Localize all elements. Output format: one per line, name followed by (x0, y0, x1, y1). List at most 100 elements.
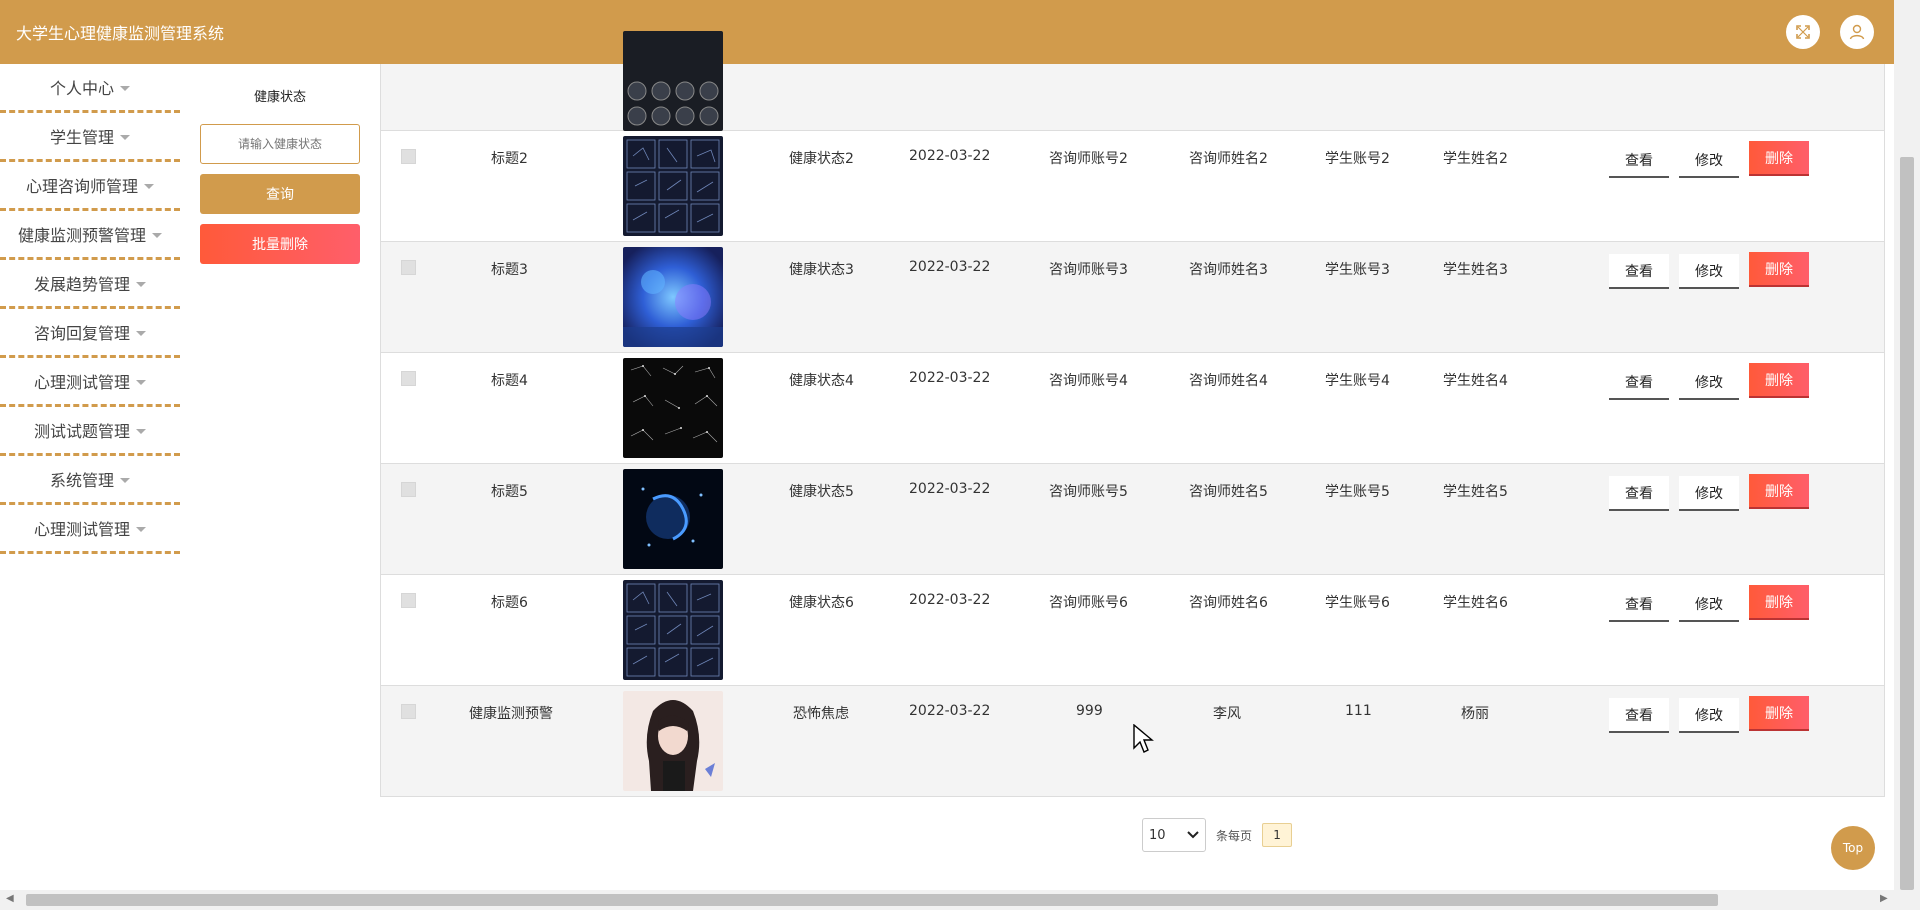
row-thumbnail (623, 358, 723, 458)
query-button[interactable]: 查询 (200, 174, 360, 214)
delete-button[interactable]: 删除 (1749, 252, 1809, 287)
cell-student-account: 学生账号2 (1325, 151, 1390, 167)
caret-down-icon (136, 526, 146, 532)
cell-counselor-name: 李风 (1213, 706, 1241, 722)
caret-down-icon (136, 330, 146, 336)
scroll-left-icon[interactable]: ◀ (6, 893, 14, 904)
cell-status: 健康状态5 (789, 484, 854, 500)
cell-status: 恐怖焦虑 (793, 706, 849, 722)
user-avatar-button[interactable] (1840, 15, 1874, 49)
user-icon (1849, 24, 1865, 40)
cell-title: 标题5 (491, 484, 528, 500)
mouse-cursor-icon (1133, 723, 1155, 758)
delete-button[interactable]: 删除 (1749, 696, 1809, 731)
edit-button[interactable]: 修改 (1679, 254, 1739, 289)
page-number-button[interactable]: 1 (1262, 823, 1293, 847)
cell-title: 标题2 (491, 151, 528, 167)
health-status-search-input[interactable] (200, 124, 360, 164)
cell-counselor-name: 咨询师姓名3 (1189, 262, 1268, 278)
cell-counselor-account: 咨询师账号3 (1049, 262, 1128, 278)
vertical-scrollbar[interactable] (1894, 0, 1920, 890)
row-checkbox[interactable] (401, 482, 416, 497)
sidebar-item-label: 心理测试管理 (33, 520, 130, 539)
fullscreen-button[interactable] (1786, 15, 1820, 49)
sidebar-item-question-management[interactable]: 测试试题管理 (0, 407, 180, 456)
row-checkbox[interactable] (401, 704, 416, 719)
row-checkbox[interactable] (401, 371, 416, 386)
page-size-select[interactable]: 10 (1142, 818, 1206, 852)
cell-counselor-account: 咨询师账号5 (1049, 484, 1128, 500)
sidebar-item-system-management[interactable]: 系统管理 (0, 456, 180, 505)
caret-down-icon (120, 85, 130, 91)
pagination: 10 条每页 1 (1142, 818, 1293, 852)
delete-button[interactable]: 删除 (1749, 363, 1809, 398)
row-checkbox[interactable] (401, 593, 416, 608)
cell-student-name: 杨丽 (1461, 706, 1489, 722)
chevron-down-icon (1187, 831, 1199, 839)
batch-delete-button[interactable]: 批量删除 (200, 224, 360, 264)
edit-button[interactable]: 修改 (1679, 143, 1739, 178)
cell-counselor-account: 咨询师账号4 (1049, 373, 1128, 389)
sidebar-item-psych-test-management-2[interactable]: 心理测试管理 (0, 505, 180, 554)
row-checkbox[interactable] (401, 260, 416, 275)
data-table: 标题2 健康状态2 2022-03-22 咨询师账号2 咨询师姓名2 学生账号2… (380, 31, 1885, 797)
caret-down-icon (120, 477, 130, 483)
sidebar-item-label: 健康监测预警管理 (17, 226, 146, 245)
edit-button[interactable]: 修改 (1679, 587, 1739, 622)
sidebar-item-label: 咨询回复管理 (33, 324, 130, 343)
sidebar-item-personal-center[interactable]: 个人中心 (0, 64, 180, 113)
search-label: 健康状态 (253, 90, 306, 105)
cell-counselor-name: 咨询师姓名4 (1189, 373, 1268, 389)
sidebar-item-psych-test-management[interactable]: 心理测试管理 (0, 358, 180, 407)
edit-button[interactable]: 修改 (1679, 698, 1739, 733)
edit-button[interactable]: 修改 (1679, 365, 1739, 400)
delete-button[interactable]: 删除 (1749, 474, 1809, 509)
view-button[interactable]: 查看 (1609, 254, 1669, 289)
row-checkbox[interactable] (401, 149, 416, 164)
caret-down-icon (152, 232, 162, 238)
cell-date: 2022-03-22 (909, 592, 991, 608)
cell-date: 2022-03-22 (909, 148, 991, 164)
caret-down-icon (136, 281, 146, 287)
vertical-scroll-thumb[interactable] (1900, 157, 1914, 890)
cell-status: 健康状态6 (789, 595, 854, 611)
view-button[interactable]: 查看 (1609, 698, 1669, 733)
top-header: 大学生心理健康监测管理系统 (0, 0, 1894, 64)
cell-title: 标题6 (491, 595, 528, 611)
table-row: 标题3 健康状态3 2022-03-22 咨询师账号3 咨询师姓名3 学生账号3… (381, 242, 1884, 353)
view-button[interactable]: 查看 (1609, 476, 1669, 511)
cell-student-name: 学生姓名3 (1443, 262, 1508, 278)
cell-date: 2022-03-22 (909, 259, 991, 275)
sidebar-item-consult-reply-management[interactable]: 咨询回复管理 (0, 309, 180, 358)
sidebar-item-health-warning-management[interactable]: 健康监测预警管理 (0, 211, 180, 260)
cell-status: 健康状态2 (789, 151, 854, 167)
cell-student-account: 学生账号5 (1325, 484, 1390, 500)
cell-student-name: 学生姓名6 (1443, 595, 1508, 611)
sidebar-item-label: 心理咨询师管理 (25, 177, 138, 196)
row-thumbnail (623, 136, 723, 236)
view-button[interactable]: 查看 (1609, 143, 1669, 178)
cell-status: 健康状态3 (789, 262, 854, 278)
delete-button[interactable]: 删除 (1749, 141, 1809, 176)
horizontal-scrollbar[interactable]: ◀ ▶ (0, 890, 1920, 910)
sidebar-item-student-management[interactable]: 学生管理 (0, 113, 180, 162)
edit-button[interactable]: 修改 (1679, 476, 1739, 511)
cell-counselor-name: 咨询师姓名6 (1189, 595, 1268, 611)
cell-student-account: 学生账号3 (1325, 262, 1390, 278)
fullscreen-icon (1796, 25, 1810, 39)
cell-student-name: 学生姓名4 (1443, 373, 1508, 389)
cell-student-account: 学生账号6 (1325, 595, 1390, 611)
view-button[interactable]: 查看 (1609, 587, 1669, 622)
cell-date: 2022-03-22 (909, 370, 991, 386)
delete-button[interactable]: 删除 (1749, 585, 1809, 620)
back-to-top-button[interactable]: Top (1831, 826, 1875, 870)
sidebar-item-trend-management[interactable]: 发展趋势管理 (0, 260, 180, 309)
view-button[interactable]: 查看 (1609, 365, 1669, 400)
table-row: 标题4 健康状态4 2022-03-22 咨询师账号4 咨询师姓名4 学生账号4… (381, 353, 1884, 464)
sidebar-item-counselor-management[interactable]: 心理咨询师管理 (0, 162, 180, 211)
scroll-right-icon[interactable]: ▶ (1880, 893, 1888, 904)
cell-title: 标题4 (491, 373, 528, 389)
cell-date: 2022-03-22 (909, 481, 991, 497)
horizontal-scroll-thumb[interactable] (26, 894, 1718, 906)
cell-title: 健康监测预警 (469, 706, 553, 722)
